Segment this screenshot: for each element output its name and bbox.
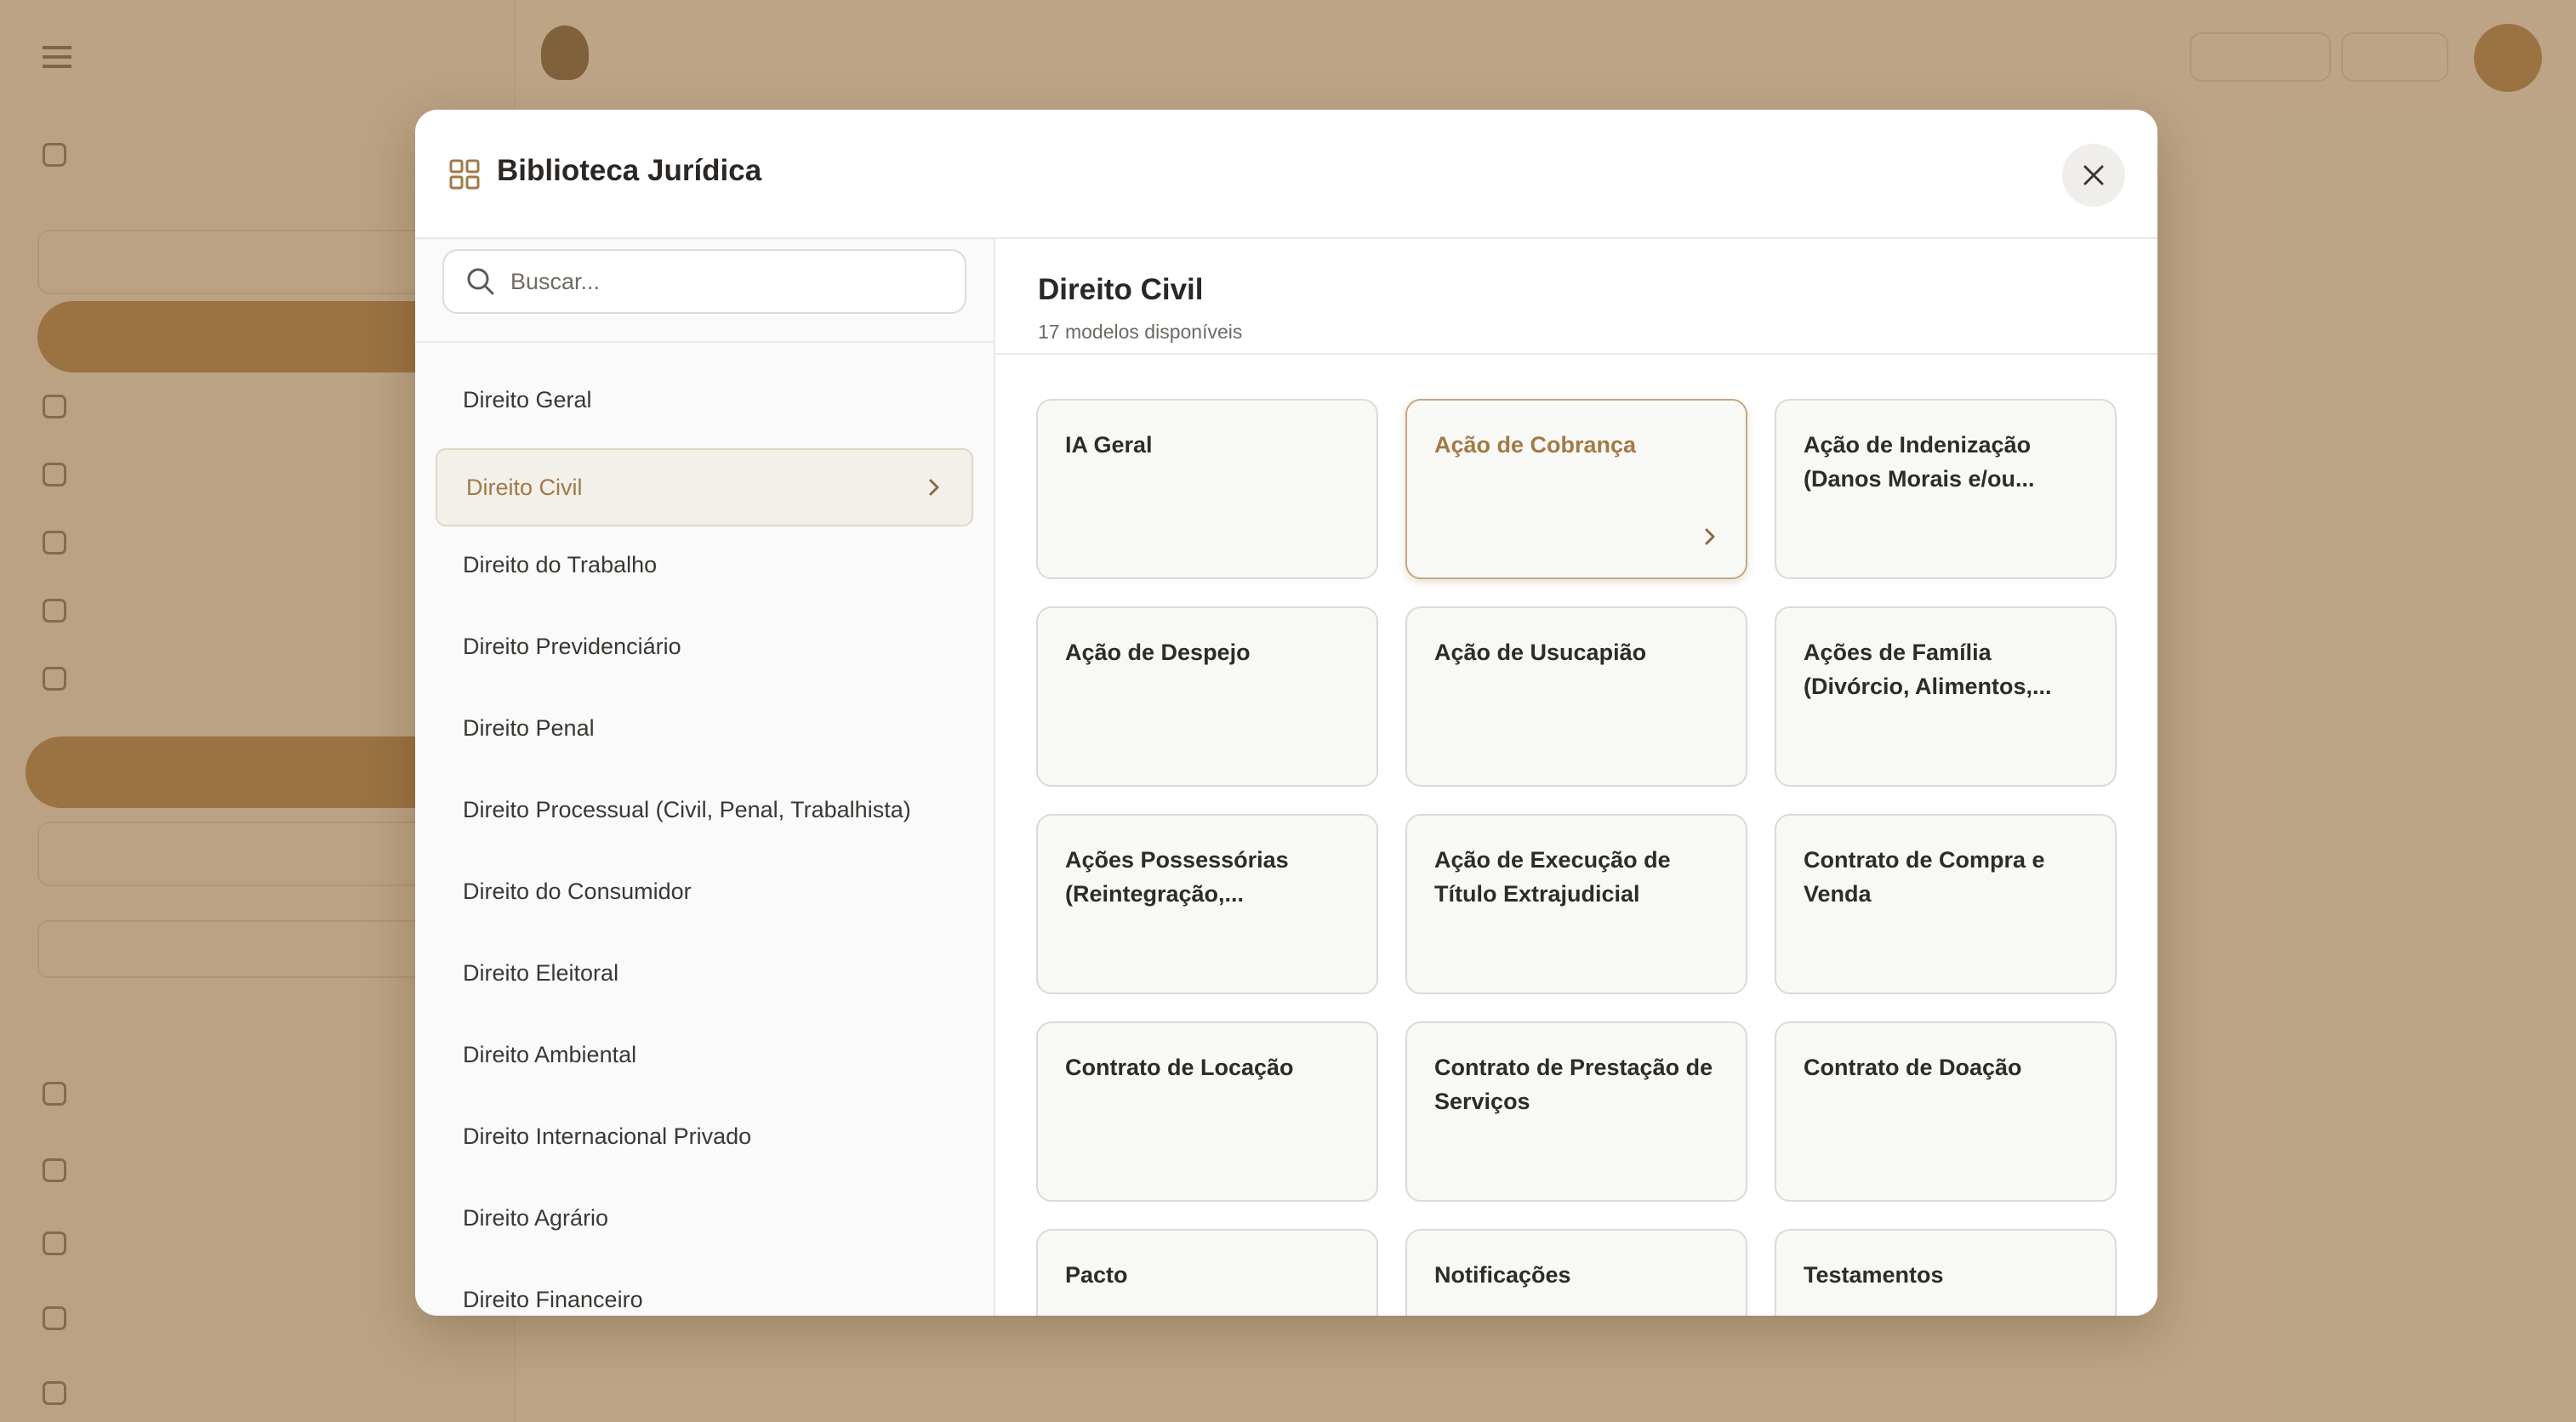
category-item[interactable]: Direito Geral — [463, 387, 592, 413]
template-card-title: Ação de Indenização (Danos Morais e/ou..… — [1804, 432, 2035, 492]
modal-header: Biblioteca Jurídica — [415, 110, 2157, 239]
template-card[interactable]: IA Geral — [1036, 399, 1378, 579]
template-card[interactable]: Ação de Despejo — [1036, 606, 1378, 787]
section-title: Direito Civil — [1038, 273, 1204, 306]
template-card-title: Contrato de Prestação de Serviços — [1434, 1055, 1713, 1114]
search-icon — [467, 268, 494, 295]
legal-library-modal: Biblioteca Jurídica Direito Geral Direit… — [415, 110, 2157, 1316]
category-list: Direito Geral Direito Civil Direito do T… — [415, 343, 994, 1316]
template-card-title: Contrato de Compra e Venda — [1804, 847, 2045, 907]
template-card[interactable]: Pacto — [1036, 1229, 1378, 1316]
template-card[interactable]: Ação de Usucapião — [1405, 606, 1747, 787]
grid-icon — [449, 159, 480, 190]
template-card[interactable]: Testamentos — [1775, 1229, 2117, 1316]
template-card[interactable]: Ações Possessórias (Reintegração,... — [1036, 814, 1378, 994]
category-label: Direito Civil — [466, 474, 583, 500]
search-input[interactable] — [509, 267, 955, 296]
template-card[interactable]: Ações de Família (Divórcio, Alimentos,..… — [1775, 606, 2117, 787]
category-item[interactable]: Direito do Consumidor — [463, 879, 692, 905]
category-item[interactable]: Direito Financeiro — [463, 1287, 643, 1313]
template-card-title: Contrato de Locação — [1065, 1055, 1294, 1080]
template-card[interactable]: Contrato de Doação — [1775, 1021, 2117, 1202]
category-item[interactable]: Direito Eleitoral — [463, 960, 618, 987]
template-grid: IA Geral Ação de Cobrança Ação de Indeni… — [995, 355, 2157, 1316]
close-icon — [2083, 165, 2104, 185]
category-item[interactable]: Direito Internacional Privado — [463, 1123, 751, 1150]
template-card[interactable]: Contrato de Compra e Venda — [1775, 814, 2117, 994]
template-card-title: Ação de Despejo — [1065, 640, 1251, 665]
template-card-title: Ações Possessórias (Reintegração,... — [1065, 847, 1289, 907]
category-panel: Direito Geral Direito Civil Direito do T… — [415, 239, 995, 1316]
section-subtitle: 17 modelos disponíveis — [1038, 321, 1243, 343]
chevron-right-icon — [929, 479, 939, 496]
template-card-title: IA Geral — [1065, 432, 1153, 458]
template-card-title: Notificações — [1434, 1262, 1571, 1288]
template-card-selected[interactable]: Ação de Cobrança — [1405, 399, 1747, 579]
category-item[interactable]: Direito Previdenciário — [463, 634, 681, 660]
template-card-title: Testamentos — [1804, 1262, 1944, 1288]
chevron-right-icon — [1705, 528, 1715, 545]
modal-title: Biblioteca Jurídica — [497, 154, 762, 187]
template-card[interactable]: Ação de Indenização (Danos Morais e/ou..… — [1775, 399, 2117, 579]
template-card-title: Ação de Usucapião — [1434, 640, 1647, 665]
category-item-active[interactable]: Direito Civil — [436, 448, 973, 526]
templates-panel: Direito Civil 17 modelos disponíveis IA … — [995, 239, 2157, 1316]
category-item[interactable]: Direito Agrário — [463, 1205, 608, 1231]
template-card-title: Ações de Família (Divórcio, Alimentos,..… — [1804, 640, 2052, 699]
category-item[interactable]: Direito Penal — [463, 715, 595, 742]
template-card[interactable]: Ação de Execução de Título Extrajudicial — [1405, 814, 1747, 994]
template-card-title: Contrato de Doação — [1804, 1055, 2022, 1080]
template-card-title: Ação de Cobrança — [1434, 432, 1637, 458]
template-card-title: Pacto — [1065, 1262, 1128, 1288]
category-item[interactable]: Direito Ambiental — [463, 1042, 636, 1068]
template-card[interactable]: Contrato de Prestação de Serviços — [1405, 1021, 1747, 1202]
template-card-title: Ação de Execução de Título Extrajudicial — [1434, 847, 1671, 907]
template-card[interactable]: Contrato de Locação — [1036, 1021, 1378, 1202]
close-button[interactable] — [2062, 144, 2125, 207]
category-item[interactable]: Direito Processual (Civil, Penal, Trabal… — [463, 797, 911, 823]
template-card[interactable]: Notificações — [1405, 1229, 1747, 1316]
search-field[interactable] — [442, 249, 966, 314]
category-item[interactable]: Direito do Trabalho — [463, 552, 657, 578]
